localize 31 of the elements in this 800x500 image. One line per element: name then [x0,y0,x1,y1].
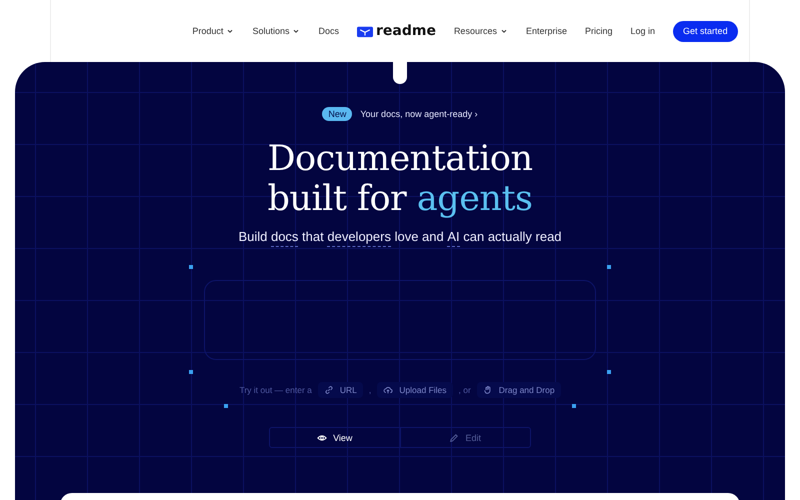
separator-text: , [368,385,372,395]
hero-subtitle: Build docs that developers love and AI can actually read [238,229,562,247]
hero-title: Documentation built for agents [267,139,533,219]
try-option-button[interactable]: Upload Files [377,382,453,398]
login-link[interactable]: Log in [630,26,656,36]
caret-icon [500,27,508,35]
caret-icon [226,27,234,35]
get-started-button[interactable]: Get started [673,20,738,42]
link-icon [324,385,334,395]
try-option-button[interactable]: URL [318,382,363,398]
pencil-icon [449,432,460,442]
input-area[interactable] [204,280,596,360]
nav-link[interactable]: Docs [318,26,339,36]
cloud-upload-icon [383,385,394,395]
try-prompt: Try it out — enter a [239,385,312,395]
announcement-link[interactable]: Your docs, now agent-ready › [360,109,478,119]
hand-icon [482,385,493,395]
nav-link[interactable]: Enterprise [526,26,567,36]
nav-link[interactable]: Pricing [585,26,613,36]
caret-icon [292,27,300,35]
try-option-button[interactable]: Drag and Drop [476,382,561,398]
panel-notch [393,60,407,84]
nav-link[interactable]: Resources [454,26,508,36]
nav-link[interactable]: Product [192,26,234,36]
book-icon [356,24,373,38]
new-badge: New [322,107,352,121]
nav-link[interactable]: Solutions [252,26,300,36]
separator-text: , or [458,385,471,395]
eye-icon [317,432,328,442]
logo-link[interactable]: readme [356,23,436,39]
mode-tab[interactable]: View [270,428,400,447]
